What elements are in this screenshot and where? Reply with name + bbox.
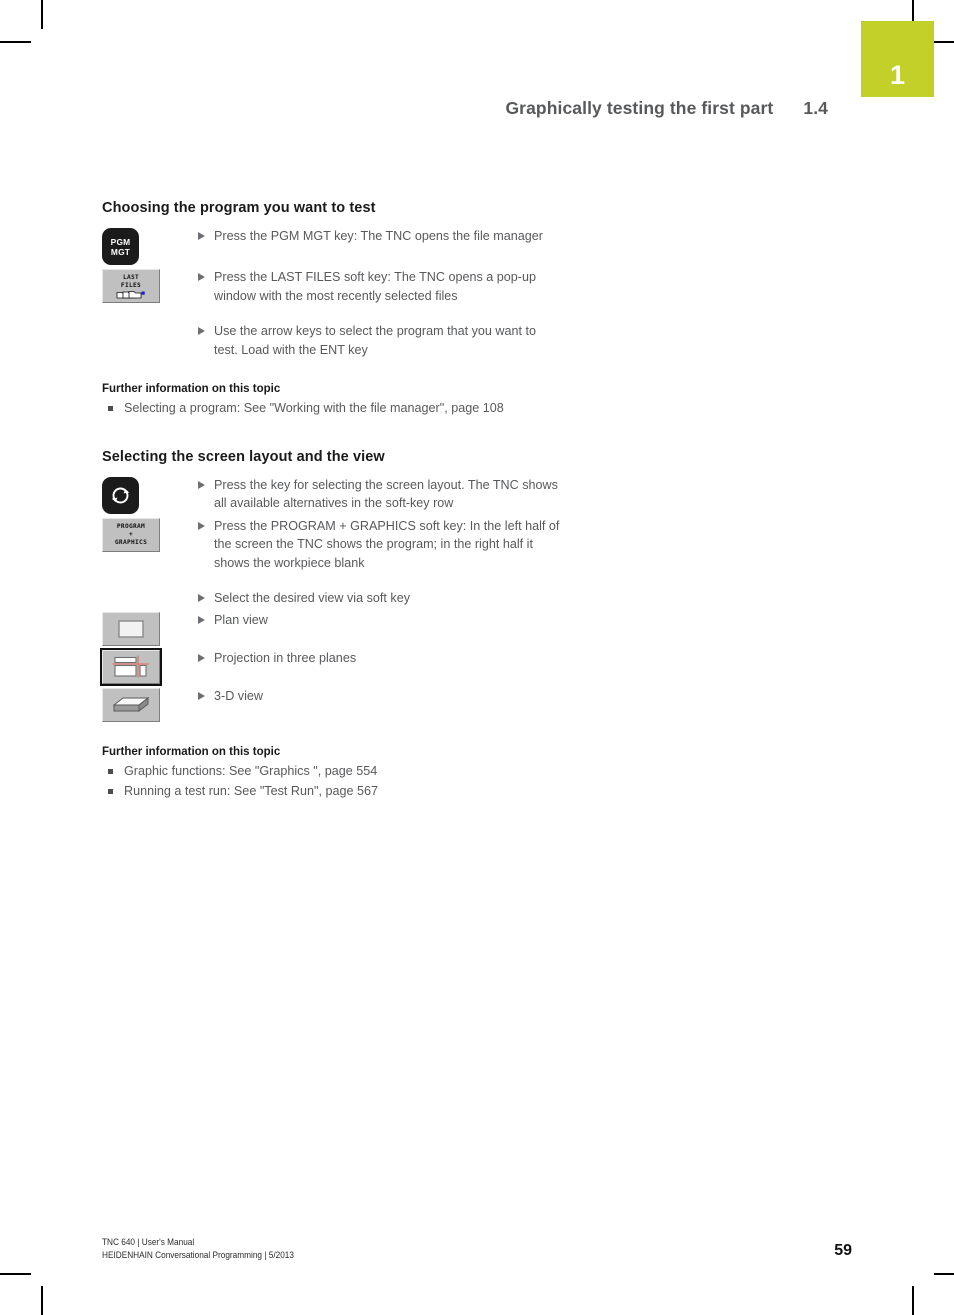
square-bullet-icon <box>108 769 113 774</box>
text-cell: Select the desired view via soft key <box>198 588 562 608</box>
further-info-list-2: Graphic functions: See "Graphics ", page… <box>102 762 562 800</box>
step-press-program-graphics: PROGRAM + GRAPHICS Press the PROGRAM + G… <box>102 516 562 573</box>
plan-view-icon <box>118 620 144 638</box>
step-text: Press the PROGRAM + GRAPHICS soft key: I… <box>214 518 560 570</box>
key-cell-empty <box>102 588 198 590</box>
pgm-mgt-key-line2: MGT <box>110 246 131 257</box>
last-files-softkey-line2: FILES <box>120 281 142 289</box>
key-cell: PROGRAM + GRAPHICS <box>102 516 198 552</box>
bullet-arrow-icon <box>198 692 205 700</box>
step-press-pgm-mgt: PGM MGT Press the PGM MGT key: The TNC o… <box>102 226 562 265</box>
step-use-arrow-keys: Use the arrow keys to select the program… <box>102 321 562 359</box>
pgm-mgt-key-line1: PGM <box>110 236 131 247</box>
chapter-tab-number: 1 <box>889 60 906 90</box>
crop-mark-bottom-left-vertical <box>41 1286 43 1315</box>
further-info-text: Graphic functions: See "Graphics ", page… <box>124 764 378 778</box>
square-bullet-icon <box>108 406 113 411</box>
pgm-mgt-key[interactable]: PGM MGT <box>102 228 139 265</box>
section-title-screen-layout: Selecting the screen layout and the view <box>102 448 385 465</box>
crop-mark-top-right-horizontal <box>934 41 954 43</box>
page-number: 59 <box>834 1242 852 1259</box>
manual-page: 1 Graphically testing the first part 1.4 … <box>0 0 954 1315</box>
further-info-text: Selecting a program: See "Working with t… <box>124 401 504 415</box>
key-cell <box>100 648 198 686</box>
text-cell: Projection in three planes <box>198 648 562 668</box>
key-cell: LAST FILES <box>102 267 198 303</box>
step-text: Select the desired view via soft key <box>214 591 410 605</box>
list-item: Selecting a program: See "Working with t… <box>102 399 562 418</box>
last-files-softkey[interactable]: LAST FILES <box>102 269 160 303</box>
running-head-number: 1.4 <box>803 98 828 118</box>
bullet-arrow-icon <box>198 480 205 489</box>
last-files-softkey-line1: LAST <box>122 273 140 281</box>
step-text: Press the key for selecting the screen l… <box>214 477 558 511</box>
bullet-arrow-icon <box>198 521 205 530</box>
key-cell <box>102 475 198 514</box>
bullet-arrow-icon <box>198 327 205 335</box>
three-d-view-softkey[interactable] <box>102 688 160 722</box>
step-text: Press the LAST FILES soft key: The TNC o… <box>214 270 537 303</box>
further-info-title-1: Further information on this topic <box>102 383 281 395</box>
three-planes-softkey[interactable] <box>100 648 162 686</box>
step-press-last-files: LAST FILES Press the LAST FILES soft key… <box>102 267 562 305</box>
program-graphics-softkey[interactable]: PROGRAM + GRAPHICS <box>102 517 160 552</box>
list-item: Running a test run: See "Test Run", page… <box>102 782 562 801</box>
text-cell: Plan view <box>198 610 562 630</box>
bullet-arrow-icon <box>198 616 205 624</box>
text-cell: Use the arrow keys to select the program… <box>198 321 562 359</box>
step-press-screen-layout-key: Press the key for selecting the screen l… <box>102 475 562 514</box>
text-cell: Press the PGM MGT key: The TNC opens the… <box>198 226 562 246</box>
text-cell: Press the LAST FILES soft key: The TNC o… <box>198 267 562 305</box>
text-cell: 3-D view <box>198 686 562 706</box>
list-item: Graphic functions: See "Graphics ", page… <box>102 762 562 781</box>
key-cell <box>102 610 198 646</box>
key-cell <box>102 686 198 722</box>
page-footer: TNC 640 | User's Manual HEIDENHAIN Conve… <box>102 1236 852 1261</box>
bullet-arrow-icon <box>198 594 205 602</box>
step-text: Projection in three planes <box>214 651 357 665</box>
program-graphics-softkey-line1: PROGRAM <box>116 522 146 530</box>
step-three-planes: Projection in three planes <box>100 648 562 686</box>
step-select-view: Select the desired view via soft key <box>102 588 562 608</box>
footer-line-1: TNC 640 | User's Manual <box>102 1236 195 1247</box>
three-d-box-icon <box>112 696 150 713</box>
crop-mark-top-left-horizontal <box>0 41 31 43</box>
three-planes-icon <box>112 655 149 678</box>
screen-layout-key[interactable] <box>102 476 139 514</box>
plan-view-softkey[interactable] <box>102 612 160 646</box>
key-cell-empty <box>102 321 198 323</box>
further-info-title-2: Further information on this topic <box>102 746 281 758</box>
chapter-tab: 1 <box>861 21 934 97</box>
bullet-arrow-icon <box>198 273 205 281</box>
crop-mark-bottom-right-horizontal <box>934 1273 954 1275</box>
page-content: Choosing the program you want to test PG… <box>100 200 562 801</box>
step-text: Use the arrow keys to select the program… <box>214 324 536 357</box>
step-text: Press the PGM MGT key: The TNC opens the… <box>214 229 543 243</box>
further-info-list-1: Selecting a program: See "Working with t… <box>102 399 562 418</box>
square-bullet-icon <box>108 788 113 794</box>
crop-mark-top-left-vertical <box>41 0 43 29</box>
further-info-text: Running a test run: See "Test Run", page… <box>124 783 378 798</box>
text-cell: Press the PROGRAM + GRAPHICS soft key: I… <box>198 516 562 573</box>
step-three-d-view: 3-D view <box>102 686 562 722</box>
program-graphics-softkey-line2: + <box>128 530 134 538</box>
crop-mark-bottom-right-vertical <box>912 1286 914 1315</box>
program-graphics-softkey-line3: GRAPHICS <box>114 538 148 546</box>
circular-arrows-icon <box>111 487 130 503</box>
bullet-arrow-icon <box>198 654 205 662</box>
crop-mark-bottom-left-horizontal <box>0 1273 31 1275</box>
step-plan-view: Plan view <box>102 610 562 646</box>
step-text: 3-D view <box>214 689 263 703</box>
footer-line-2: HEIDENHAIN Conversational Programming | … <box>102 1248 294 1260</box>
text-cell: Press the key for selecting the screen l… <box>198 475 562 513</box>
bullet-arrow-icon <box>198 232 205 240</box>
running-head-title: Graphically testing the first part <box>505 98 774 118</box>
key-cell: PGM MGT <box>102 226 198 265</box>
footer-imprint: TNC 640 | User's Manual HEIDENHAIN Conve… <box>102 1236 294 1261</box>
files-icon <box>116 290 145 298</box>
section-title-choosing-program: Choosing the program you want to test <box>102 200 376 216</box>
step-text: Plan view <box>214 613 268 627</box>
running-head: Graphically testing the first part 1.4 <box>0 98 828 119</box>
